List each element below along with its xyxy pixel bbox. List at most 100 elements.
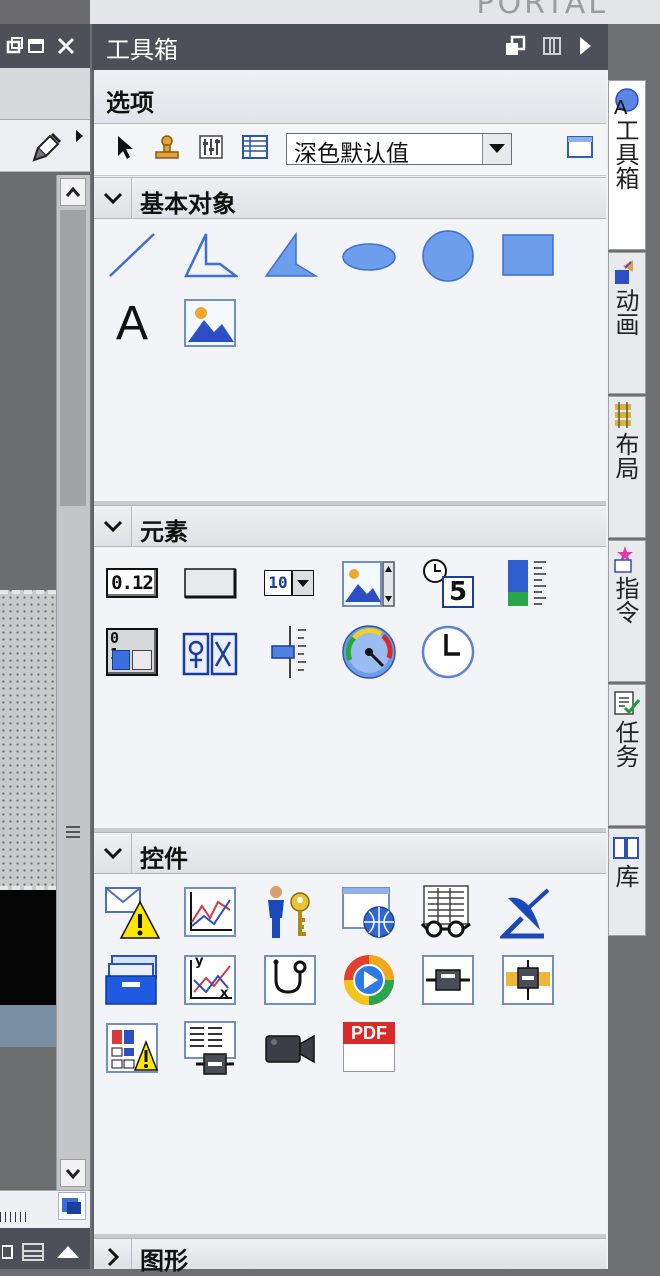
window-view-icon[interactable] — [566, 134, 594, 160]
restore-window-icon[interactable] — [2, 1242, 14, 1262]
section-elements-title: 元素 — [140, 518, 188, 546]
section-controls-toggle[interactable] — [94, 832, 132, 874]
bar-icon[interactable] — [500, 556, 556, 612]
layout-tab-icon — [615, 402, 631, 428]
date-time-digit: 5 — [442, 576, 474, 608]
stamp-icon[interactable] — [152, 132, 182, 162]
f-x-trend-view-icon[interactable]: y x — [182, 952, 238, 1008]
symbolic-io-field-icon[interactable]: 10 — [262, 556, 318, 612]
section-elements-toggle[interactable] — [94, 505, 132, 547]
animation-tab-icon — [615, 260, 633, 284]
properties-icon[interactable] — [196, 132, 226, 162]
plc-code-viewer-icon[interactable] — [420, 952, 476, 1008]
zoom-ruler — [0, 1212, 30, 1222]
overview-navigator-button[interactable] — [58, 1192, 86, 1220]
section-controls-title: 控件 — [140, 845, 188, 873]
symbol-library-icon[interactable] — [182, 624, 238, 680]
screen-canvas-margin — [0, 175, 56, 595]
section-graphics-toggle[interactable] — [94, 1238, 132, 1269]
toolbar-overflow-arrow-icon[interactable] — [74, 130, 84, 142]
graphic-view-icon[interactable] — [182, 296, 238, 352]
button-icon[interactable] — [182, 556, 238, 612]
system-diagnostics-view-icon[interactable] — [262, 952, 318, 1008]
options-bar[interactable] — [94, 70, 606, 124]
tab-layout-label: 布局 — [611, 432, 639, 480]
table-view-icon[interactable] — [240, 132, 270, 162]
xy-chart-icon — [184, 955, 236, 1005]
media-player-2-icon[interactable] — [341, 952, 397, 1008]
tab-animations-label: 动画 — [611, 288, 639, 336]
switch-icon[interactable]: 0 1 — [104, 624, 160, 680]
float-panel-icon[interactable] — [504, 35, 526, 57]
alarm-view-icon[interactable] — [104, 884, 160, 940]
style-select-dropdown-button[interactable] — [482, 134, 511, 164]
tab-libraries-label: 库 — [611, 864, 639, 888]
scroll-up-button[interactable] — [60, 178, 86, 206]
expand-up-icon[interactable] — [54, 1242, 82, 1262]
instructions-tab-icon — [614, 546, 633, 573]
editor-tab-strip — [0, 68, 90, 120]
section-basic-objects-title: 基本对象 — [140, 190, 236, 218]
status-force-icon[interactable] — [104, 1020, 160, 1076]
gauge-icon[interactable] — [341, 624, 397, 680]
clock-icon[interactable] — [420, 624, 476, 680]
symbolic-io-value: 10 — [264, 570, 292, 596]
html-browser-icon[interactable] — [341, 884, 397, 940]
pointer-icon[interactable] — [110, 132, 140, 162]
top-bar: PORTAL — [90, 0, 660, 24]
pdf-label: PDF — [343, 1022, 395, 1044]
library-tab-icon — [613, 837, 639, 859]
slider-icon[interactable] — [262, 624, 318, 680]
recipe-table-icon[interactable] — [182, 1020, 238, 1076]
trend-view-icon[interactable] — [182, 884, 238, 940]
inspector-panel-icon[interactable] — [22, 1242, 44, 1262]
style-select-value: 深色默认值 — [294, 141, 409, 167]
collapse-panel-icon[interactable] — [578, 35, 592, 57]
section-graphics-title: 图形 — [140, 1247, 188, 1275]
text-field-icon[interactable]: A — [104, 296, 160, 352]
scroll-down-button[interactable] — [60, 1159, 86, 1187]
section-basic-objects-toggle[interactable] — [94, 177, 132, 219]
maximize-window-icon[interactable] — [26, 36, 46, 56]
tab-toolbox-label: 工具箱 — [611, 118, 639, 190]
editor-footer-bar — [0, 1228, 90, 1269]
tab-instructions-label: 指令 — [611, 576, 639, 624]
screen-canvas-grid[interactable] — [0, 590, 56, 890]
sm-at-view-icon[interactable] — [500, 884, 556, 940]
io-field-icon[interactable]: 0.12 — [104, 556, 160, 612]
dropdown-arrow-icon — [292, 570, 314, 596]
line-icon[interactable] — [104, 228, 160, 284]
toolbox-title: 工具箱 — [106, 36, 178, 64]
restore-window-icon[interactable] — [4, 36, 24, 56]
fx-y-label: y — [195, 954, 204, 969]
format-painter-icon[interactable] — [30, 130, 64, 164]
canvas-object-bar[interactable] — [0, 1005, 56, 1047]
circle-icon[interactable] — [420, 228, 476, 284]
svg-text:A: A — [614, 97, 628, 116]
tab-tasks-label: 任务 — [611, 720, 639, 768]
ellipse-icon[interactable] — [341, 228, 397, 284]
options-label: 选项 — [106, 89, 154, 117]
recipe-view-icon[interactable] — [420, 884, 476, 940]
canvas-object-black[interactable] — [0, 890, 56, 1005]
chevron-down-icon — [103, 520, 123, 533]
chevron-down-icon — [103, 847, 123, 860]
switch-digits: 0 1 — [110, 629, 134, 662]
scroll-thumb[interactable] — [60, 210, 86, 506]
panel-layout-icon[interactable] — [542, 35, 562, 57]
dropdown-arrow-icon — [489, 144, 505, 153]
rectangle-icon[interactable] — [500, 228, 556, 284]
polyline-icon[interactable] — [182, 228, 238, 284]
user-view-icon[interactable] — [262, 884, 318, 940]
chevron-right-icon — [107, 1247, 120, 1267]
scroll-grip-icon[interactable] — [66, 826, 80, 838]
media-player-icon[interactable] — [104, 952, 160, 1008]
polygon-icon[interactable] — [262, 228, 318, 284]
graphic-io-field-icon[interactable] — [341, 556, 397, 612]
close-window-icon[interactable] — [56, 36, 76, 56]
pdf-view-icon[interactable]: PDF — [341, 1020, 397, 1076]
camera-control-icon[interactable] — [262, 1020, 318, 1076]
pdf-connector-icon[interactable] — [500, 952, 556, 1008]
date-time-field-icon[interactable]: 5 — [420, 556, 476, 612]
navigator-icon — [62, 1198, 81, 1214]
